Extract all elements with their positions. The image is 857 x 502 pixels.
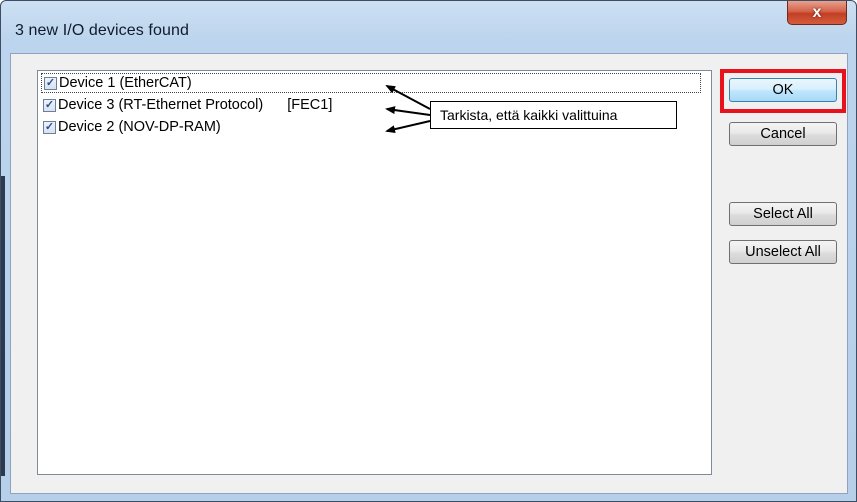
checkmark-icon: ✓ [44,120,55,133]
device-label: Device 2 (NOV-DP-RAM) [58,119,221,135]
device-list[interactable]: ✓ Device 1 (EtherCAT) ✓ Device 3 (RT-Eth… [37,70,712,475]
checkmark-icon: ✓ [44,98,55,111]
checkmark-icon: ✓ [45,76,56,89]
device-label: Device 1 (EtherCAT) [59,75,192,91]
annotation-callout: Tarkista, että kaikki valittuina [430,101,677,129]
device-list-item-1[interactable]: ✓ Device 1 (EtherCAT) [41,73,701,93]
device-label: Device 3 (RT-Ethernet Protocol) [58,97,264,113]
dialog-window: 3 new I/O devices found x ✓ Device 1 (Et… [0,0,857,502]
dialog-client-area: ✓ Device 1 (EtherCAT) ✓ Device 3 (RT-Eth… [10,53,848,494]
ok-button[interactable]: OK [729,78,837,102]
close-icon: x [812,3,822,21]
select-all-button[interactable]: Select All [729,202,837,226]
unselect-all-button[interactable]: Unselect All [729,240,837,264]
checkbox-device-1[interactable]: ✓ [44,76,57,90]
device-list-item-3[interactable]: ✓ Device 3 (RT-Ethernet Protocol) [FEC1] [41,95,332,115]
device-list-item-2[interactable]: ✓ Device 2 (NOV-DP-RAM) [41,117,221,137]
close-button[interactable]: x [787,1,847,25]
cancel-button[interactable]: Cancel [729,122,837,146]
window-title: 3 new I/O devices found [15,22,189,39]
device-tag: [FEC1] [287,97,333,113]
checkbox-device-2[interactable]: ✓ [43,120,56,134]
window-frame-edge [1,176,5,476]
title-bar[interactable]: 3 new I/O devices found x [1,1,856,53]
checkbox-device-3[interactable]: ✓ [43,98,56,112]
